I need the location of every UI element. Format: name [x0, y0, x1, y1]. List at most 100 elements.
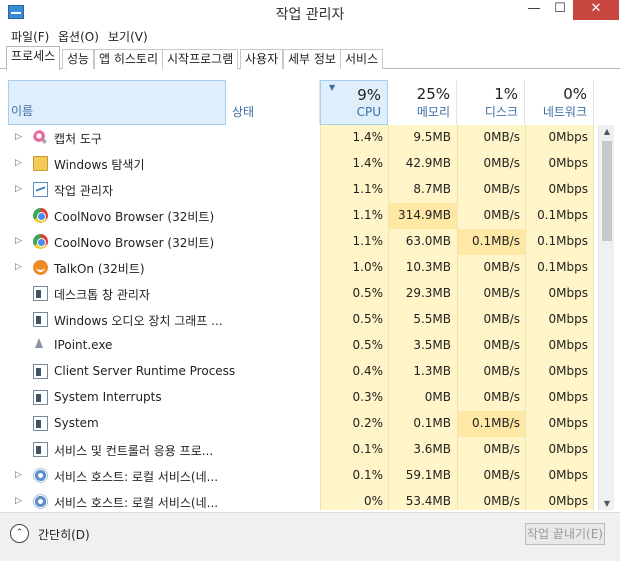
column-header-memory[interactable]: 25% 메모리: [388, 80, 457, 125]
column-header-row: 이름 상태 ▼ 9% CPU 25% 메모리 1% 디스크 0% 네트워크: [0, 80, 600, 125]
process-row[interactable]: ▷ CoolNovo Browser (32비트) 1.1% 63.0MB 0.…: [0, 229, 598, 255]
column-header-cpu[interactable]: ▼ 9% CPU: [320, 80, 388, 125]
process-name: Windows 오디오 장치 그래프 ...: [54, 314, 223, 328]
scroll-down-arrow-icon[interactable]: ▼: [599, 499, 615, 508]
process-disk: 0MB/s: [483, 156, 520, 170]
process-network: 0Mbps: [548, 468, 588, 482]
tab-startup[interactable]: 시작프로그램: [162, 49, 239, 69]
column-header-status[interactable]: 상태: [226, 80, 320, 125]
process-network: 0Mbps: [548, 390, 588, 404]
process-disk: 0MB/s: [483, 130, 520, 144]
process-memory: 63.0MB: [405, 234, 451, 248]
expand-arrow-icon[interactable]: ▷: [15, 262, 22, 272]
window-icon: [33, 416, 48, 431]
column-header-network[interactable]: 0% 네트워크: [525, 80, 594, 125]
process-cpu: 0.4%: [352, 364, 384, 378]
process-cpu: 1.0%: [352, 260, 384, 274]
process-row[interactable]: ▷ 캡처 도구 1.4% 9.5MB 0MB/s 0Mbps: [0, 125, 598, 151]
expand-arrow-icon[interactable]: ▷: [15, 236, 22, 246]
process-network: 0Mbps: [548, 286, 588, 300]
process-memory: 3.6MB: [413, 442, 451, 456]
scrollbar-thumb[interactable]: [602, 141, 612, 241]
process-name: CoolNovo Browser (32비트): [54, 236, 215, 250]
process-name: Windows 탐색기: [54, 158, 145, 172]
process-cpu: 1.4%: [352, 130, 384, 144]
disk-total-percent: 1%: [494, 85, 518, 103]
process-cpu: 0.5%: [352, 286, 384, 300]
process-cpu: 0.1%: [352, 442, 384, 456]
close-button[interactable]: ✕: [573, 0, 619, 20]
process-cpu: 1.1%: [352, 208, 384, 222]
maximize-button[interactable]: ☐: [547, 0, 573, 20]
menu-view[interactable]: 보기(V): [108, 28, 148, 45]
process-name: 서비스 및 컨트롤러 응용 프로...: [54, 444, 214, 458]
tab-services[interactable]: 서비스: [340, 49, 384, 69]
expand-arrow-icon[interactable]: ▷: [15, 184, 22, 194]
menu-options[interactable]: 옵션(O): [58, 28, 99, 45]
column-header-name[interactable]: 이름: [8, 80, 226, 125]
process-row[interactable]: ▷ 작업 관리자 1.1% 8.7MB 0MB/s 0Mbps: [0, 177, 598, 203]
process-cpu: 1.4%: [352, 156, 384, 170]
column-header-disk[interactable]: 1% 디스크: [457, 80, 525, 125]
scroll-up-arrow-icon[interactable]: ▲: [599, 127, 615, 136]
process-row[interactable]: 서비스 및 컨트롤러 응용 프로... 0.1% 3.6MB 0MB/s 0Mb…: [0, 437, 598, 463]
process-disk: 0MB/s: [483, 468, 520, 482]
tab-processes[interactable]: 프로세스: [6, 46, 61, 70]
process-disk: 0MB/s: [483, 286, 520, 300]
process-name: 데스크톱 창 관리자: [54, 288, 150, 302]
memory-column-label: 메모리: [416, 105, 450, 119]
process-disk: 0MB/s: [483, 182, 520, 196]
process-row[interactable]: IPoint.exe 0.5% 3.5MB 0MB/s 0Mbps: [0, 333, 598, 359]
gear-icon: [33, 494, 48, 509]
menu-file[interactable]: 파일(F): [11, 28, 49, 45]
process-row[interactable]: ▷ 서비스 호스트: 로컬 서비스(네... 0% 53.4MB 0MB/s 0…: [0, 489, 598, 510]
process-disk: 0MB/s: [483, 260, 520, 274]
process-row[interactable]: ▷ TalkOn (32비트) 1.0% 10.3MB 0MB/s 0.1Mbp…: [0, 255, 598, 281]
process-row[interactable]: ▷ Windows 탐색기 1.4% 42.9MB 0MB/s 0Mbps: [0, 151, 598, 177]
footer-bar: ⌃ 간단히(D) 작업 끝내기(E): [0, 512, 620, 561]
process-network: 0Mbps: [548, 442, 588, 456]
process-cpu: 0.1%: [352, 468, 384, 482]
process-row[interactable]: Windows 오디오 장치 그래프 ... 0.5% 5.5MB 0MB/s …: [0, 307, 598, 333]
window-icon: [33, 442, 48, 457]
tab-app-history[interactable]: 앱 히스토리: [94, 49, 164, 69]
process-network: 0Mbps: [548, 130, 588, 144]
vertical-scrollbar[interactable]: ▲ ▼: [598, 125, 614, 510]
window-icon: [33, 364, 48, 379]
process-disk: 0MB/s: [483, 390, 520, 404]
expand-arrow-icon[interactable]: ▷: [15, 470, 22, 480]
process-network: 0Mbps: [548, 182, 588, 196]
process-list: ▷ 캡처 도구 1.4% 9.5MB 0MB/s 0Mbps ▷ Windows…: [0, 125, 598, 510]
process-network: 0Mbps: [548, 156, 588, 170]
process-memory: 1.3MB: [413, 364, 451, 378]
fewer-details-button[interactable]: ⌃ 간단히(D): [10, 523, 100, 545]
process-disk: 0MB/s: [483, 364, 520, 378]
process-memory: 29.3MB: [405, 286, 451, 300]
tab-performance[interactable]: 성능: [62, 49, 95, 69]
process-row[interactable]: Client Server Runtime Process 0.4% 1.3MB…: [0, 359, 598, 385]
expand-arrow-icon[interactable]: ▷: [15, 132, 22, 142]
disk-column-label: 디스크: [484, 105, 518, 119]
process-cpu: 0.5%: [352, 312, 384, 326]
process-cpu: 1.1%: [352, 182, 384, 196]
process-network: 0.1Mbps: [537, 260, 588, 274]
process-cpu: 0.3%: [352, 390, 384, 404]
process-row[interactable]: 데스크톱 창 관리자 0.5% 29.3MB 0MB/s 0Mbps: [0, 281, 598, 307]
process-row[interactable]: System Interrupts 0.3% 0MB 0MB/s 0Mbps: [0, 385, 598, 411]
expand-arrow-icon[interactable]: ▷: [15, 496, 22, 506]
tab-users[interactable]: 사용자: [240, 49, 284, 69]
end-task-button[interactable]: 작업 끝내기(E): [525, 523, 605, 545]
process-memory: 0MB: [424, 390, 451, 404]
process-name: IPoint.exe: [54, 338, 113, 352]
menu-bar: 파일(F) 옵션(O) 보기(V): [0, 25, 620, 45]
expand-arrow-icon[interactable]: ▷: [15, 158, 22, 168]
process-row[interactable]: CoolNovo Browser (32비트) 1.1% 314.9MB 0MB…: [0, 203, 598, 229]
process-row[interactable]: System 0.2% 0.1MB 0.1MB/s 0Mbps: [0, 411, 598, 437]
process-network: 0Mbps: [548, 494, 588, 508]
process-disk: 0MB/s: [483, 208, 520, 222]
network-column-label: 네트워크: [542, 105, 587, 119]
process-row[interactable]: ▷ 서비스 호스트: 로컬 서비스(네... 0.1% 59.1MB 0MB/s…: [0, 463, 598, 489]
tab-details[interactable]: 세부 정보: [283, 49, 341, 69]
cpu-total-percent: 9%: [357, 86, 381, 104]
minimize-button[interactable]: —: [521, 0, 547, 20]
